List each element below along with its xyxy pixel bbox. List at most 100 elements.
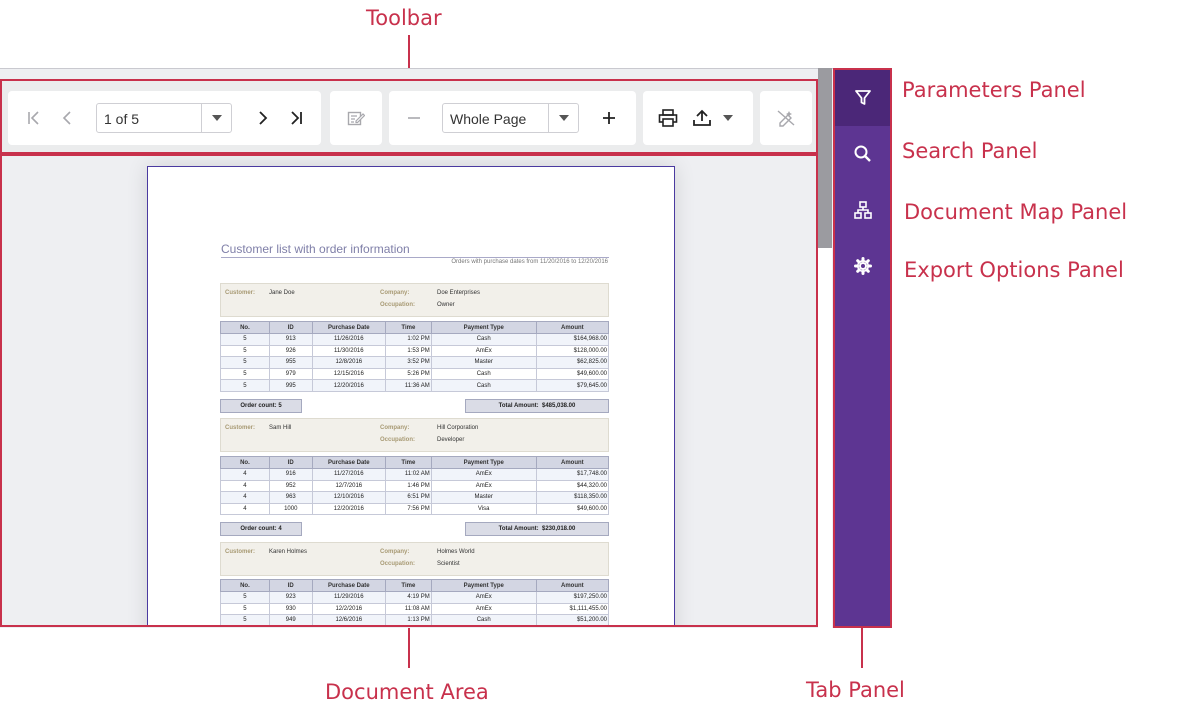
- tab-panel: [833, 68, 892, 628]
- table-cell: 5: [220, 602, 270, 616]
- order-count-value: 5: [278, 403, 282, 409]
- table-cell: AmEx: [430, 602, 537, 616]
- page-selector[interactable]: 1 of 5: [96, 103, 232, 133]
- customer-info-block: Customer: Jane Doe Company: Doe Enterpri…: [220, 283, 609, 317]
- table-cell: 952: [268, 479, 313, 493]
- column-header: Purchase Date: [311, 579, 386, 592]
- first-page-button[interactable]: [19, 91, 49, 145]
- table-row: 5 979 12/15/2016 5:26 PM Cash $49,600.00: [220, 367, 610, 381]
- highlight-off-icon: [777, 110, 795, 127]
- table-cell: 916: [268, 468, 313, 481]
- report-title: Customer list with order information: [221, 242, 410, 256]
- navigation-group: 1 of 5: [8, 91, 321, 145]
- column-header: Payment Type: [430, 579, 537, 592]
- customer-label: Customer:: [225, 549, 256, 555]
- table-cell: 923: [268, 591, 313, 604]
- gear-icon: [853, 257, 872, 275]
- table-cell: 6:51 PM: [384, 491, 432, 504]
- column-header: ID: [268, 321, 313, 334]
- table-cell: 11/30/2016: [311, 344, 386, 358]
- customer-name: Sam Hill: [269, 425, 292, 431]
- table-cell: 12/20/2016: [311, 502, 386, 516]
- table-cell: 4:19 PM: [384, 591, 432, 604]
- table-cell: Visa: [430, 502, 537, 516]
- table-cell: 12/10/2016: [311, 491, 386, 504]
- total-amount-box: Total Amount: $230,018.00: [465, 522, 609, 536]
- column-header: Time: [384, 579, 432, 592]
- chevron-right-icon: [259, 111, 268, 125]
- total-amount-box: Total Amount: $485,038.00: [465, 399, 609, 413]
- zoom-out-button[interactable]: [399, 91, 429, 145]
- table-row: 5 930 12/2/2016 11:08 AM AmEx $1,111,455.00: [220, 602, 610, 616]
- column-header: Purchase Date: [311, 456, 386, 469]
- tab-export-options[interactable]: [835, 238, 890, 294]
- last-page-icon: [291, 111, 302, 125]
- table-cell: Cash: [430, 333, 537, 346]
- title-divider: [221, 257, 609, 258]
- next-page-button[interactable]: [247, 91, 277, 145]
- occupation-label: Occupation:: [380, 302, 416, 308]
- tab-search[interactable]: [835, 126, 890, 182]
- chevron-left-icon: [62, 111, 71, 125]
- table-cell: Cash: [430, 379, 537, 392]
- table-cell: $44,320.00: [535, 479, 610, 493]
- toolbar-callout: Toolbar: [366, 6, 442, 30]
- last-page-button[interactable]: [281, 91, 311, 145]
- scrollbar-thumb[interactable]: [818, 68, 832, 248]
- order-count-box: Order count: 5: [220, 399, 302, 413]
- table-cell: 926: [268, 344, 313, 358]
- column-header: No.: [220, 456, 270, 469]
- table-cell: AmEx: [430, 468, 537, 481]
- table-cell: 5: [220, 344, 270, 358]
- export-dropdown-button[interactable]: [713, 91, 743, 145]
- table-cell: 949: [268, 614, 313, 625]
- chevron-down-icon: [723, 115, 733, 121]
- table-cell: 913: [268, 333, 313, 346]
- document-area[interactable]: Customer list with order information Ord…: [0, 154, 818, 627]
- column-header: ID: [268, 456, 313, 469]
- table-cell: 5: [220, 379, 270, 392]
- table-cell: $164,968.00: [535, 333, 610, 346]
- table-cell: 5: [220, 356, 270, 369]
- table-cell: 5: [220, 614, 270, 625]
- previous-page-button[interactable]: [53, 91, 83, 145]
- editing-fields-button[interactable]: [341, 91, 371, 145]
- table-cell: $51,200.00: [535, 614, 610, 625]
- column-header: Amount: [535, 579, 610, 592]
- occupation-value: Owner: [437, 302, 455, 308]
- tab-panel-callout-line: [861, 628, 863, 668]
- document-page: Customer list with order information Ord…: [147, 166, 675, 625]
- table-cell: $62,825.00: [535, 356, 610, 369]
- customer-label: Customer:: [225, 425, 256, 431]
- print-button[interactable]: [653, 91, 683, 145]
- table-cell: 11:08 AM: [384, 602, 432, 616]
- tab-document-map[interactable]: [835, 182, 890, 238]
- tab-parameters[interactable]: [835, 70, 890, 126]
- table-cell: AmEx: [430, 479, 537, 493]
- total-amount-label: Total Amount:: [498, 403, 539, 409]
- company-name: Hill Corporation: [437, 425, 479, 431]
- total-amount-value: $230,018.00: [541, 526, 576, 532]
- table-row: 5 955 12/8/2016 3:52 PM Master $62,825.00: [220, 356, 610, 369]
- table-row: 5 923 11/29/2016 4:19 PM AmEx $197,250.00: [220, 591, 610, 604]
- table-cell: 930: [268, 602, 313, 616]
- customer-info-block: Customer: Sam Hill Company: Hill Corpora…: [220, 418, 609, 452]
- vertical-scrollbar[interactable]: [818, 68, 832, 628]
- zoom-selector[interactable]: Whole Page: [442, 103, 579, 133]
- column-header: Time: [384, 321, 432, 334]
- customer-name: Karen Holmes: [269, 549, 308, 555]
- zoom-in-button[interactable]: [594, 91, 624, 145]
- table-header-row: No. ID Purchase Date Time Payment Type Amount: [220, 456, 610, 469]
- table-row: 4 916 11/27/2016 11:02 AM AmEx $17,748.00: [220, 468, 610, 481]
- table-cell: 955: [268, 356, 313, 369]
- minus-icon: [408, 117, 420, 119]
- edit-group: [330, 91, 382, 145]
- edit-fields-icon: [347, 111, 365, 126]
- table-cell: 11/29/2016: [311, 591, 386, 604]
- customer-name: Jane Doe: [269, 290, 295, 296]
- table-cell: 5: [220, 591, 270, 604]
- table-header-row: No. ID Purchase Date Time Payment Type Amount: [220, 579, 610, 592]
- occupation-label: Occupation:: [380, 437, 416, 443]
- highlight-editing-fields-button[interactable]: [771, 91, 801, 145]
- column-header: Payment Type: [430, 456, 537, 469]
